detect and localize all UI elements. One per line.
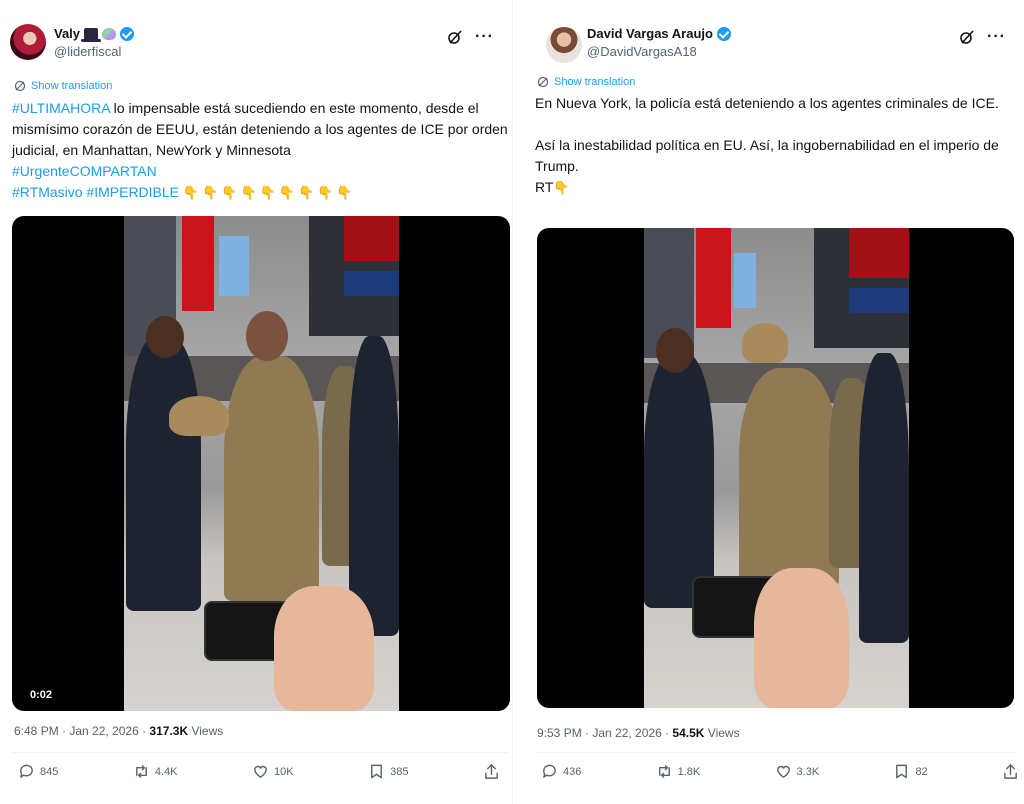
- top-actions: ···: [959, 28, 1006, 46]
- action-bar: 436 1.8K 3.3K 82: [541, 763, 1024, 780]
- bookmark-button[interactable]: 385: [368, 763, 408, 780]
- video-frame[interactable]: [644, 228, 909, 708]
- pointing-down-emoji: 👇: [278, 185, 296, 200]
- display-name[interactable]: David Vargas Araujo: [587, 26, 731, 41]
- timestamp[interactable]: 6:48 PM · Jan 22, 2026 ·: [14, 724, 149, 738]
- bookmark-button[interactable]: 82: [893, 763, 928, 780]
- translate-icon: [14, 80, 26, 92]
- tweet-text: #ULTIMAHORA lo impensable está sucediend…: [12, 98, 512, 203]
- like-button[interactable]: 10K: [252, 763, 294, 780]
- reply-icon: [543, 764, 556, 778]
- reply-count: 436: [563, 765, 582, 778]
- pointing-down-emoji: 👇: [240, 185, 257, 200]
- avatar[interactable]: [546, 27, 582, 63]
- divider: [535, 752, 1018, 753]
- hashtag-ultimahora[interactable]: #ULTIMAHORA: [12, 100, 110, 116]
- share-icon: [1004, 764, 1017, 779]
- views-count: 317.3K: [149, 724, 189, 738]
- handle[interactable]: @DavidVargasA18: [587, 44, 731, 59]
- repost-button[interactable]: 1.8K: [656, 763, 701, 780]
- pointing-down-emoji: 👇: [182, 185, 200, 200]
- like-count: 3.3K: [796, 765, 820, 778]
- tweet-meta: 6:48 PM · Jan 22, 2026 · 317.3K Views: [14, 724, 223, 738]
- masks-icon: [102, 27, 117, 40]
- tweet-card-left[interactable]: Valy @liderfiscal ··· Show translation #…: [0, 0, 512, 804]
- views-label: Views: [188, 724, 224, 738]
- views-label: Views: [704, 726, 740, 740]
- video-player[interactable]: 0:02: [12, 216, 510, 711]
- repost-count: 4.4K: [154, 765, 178, 778]
- bookmark-count: 82: [915, 765, 928, 778]
- author-names[interactable]: Valy @liderfiscal: [54, 26, 135, 59]
- tweet-card-right[interactable]: David Vargas Araujo @DavidVargasA18 ··· …: [512, 0, 1024, 804]
- pointing-down-emoji: 👇: [202, 185, 219, 200]
- pointing-down-emoji: 👇: [221, 185, 238, 200]
- like-count: 10K: [274, 765, 294, 778]
- tweet-paragraph-1: En Nueva York, la policía está deteniend…: [535, 95, 999, 111]
- display-name-text[interactable]: David Vargas Araujo: [587, 26, 713, 41]
- divider: [12, 752, 508, 753]
- share-button[interactable]: [1002, 763, 1019, 780]
- hashtag-urgentecompartan[interactable]: #UrgenteCOMPARTAN: [12, 163, 157, 179]
- translate-icon: [537, 76, 549, 88]
- top-hat-icon: [81, 27, 102, 42]
- tweet-header: David Vargas Araujo @DavidVargasA18 ···: [523, 24, 1014, 68]
- timestamp[interactable]: 9:53 PM · Jan 22, 2026 ·: [537, 726, 672, 740]
- hashtag-imperdible[interactable]: #IMPERDIBLE: [86, 184, 179, 200]
- tweet-meta: 9:53 PM · Jan 22, 2026 · 54.5K Views: [537, 726, 740, 740]
- reply-button[interactable]: 845: [18, 763, 58, 780]
- pointing-down-emoji: 👇: [317, 185, 334, 200]
- verified-badge-icon: [716, 26, 731, 41]
- reply-icon: [20, 764, 33, 778]
- share-button[interactable]: [483, 763, 500, 780]
- avatar[interactable]: [10, 24, 46, 60]
- reply-button[interactable]: 436: [541, 763, 581, 780]
- bookmark-icon: [896, 764, 908, 779]
- video-player[interactable]: [537, 228, 1014, 708]
- heart-icon: [254, 765, 267, 778]
- pointing-down-emoji: 👇: [298, 185, 315, 200]
- show-translation-link[interactable]: Show translation: [537, 76, 635, 88]
- more-icon[interactable]: ···: [475, 28, 494, 46]
- bookmark-count: 385: [390, 765, 409, 778]
- verified-badge-icon: [120, 26, 135, 41]
- show-translation-label[interactable]: Show translation: [31, 80, 112, 92]
- tweet-text: En Nueva York, la policía está deteniend…: [535, 93, 1015, 198]
- pointing-down-emojis: 👇 👇 👇 👇 👇 👇 👇 👇 👇: [183, 184, 356, 200]
- reply-count: 845: [40, 765, 59, 778]
- heart-icon: [776, 765, 790, 778]
- pointing-down-emoji: 👇: [336, 185, 353, 200]
- grok-icon[interactable]: [959, 29, 975, 45]
- tweet-header: Valy @liderfiscal ···: [10, 24, 502, 68]
- show-translation-link[interactable]: Show translation: [14, 80, 112, 92]
- more-icon[interactable]: ···: [987, 28, 1006, 46]
- repost-count: 1.8K: [677, 765, 701, 778]
- handle[interactable]: @liderfiscal: [54, 44, 134, 59]
- grok-icon[interactable]: [447, 29, 463, 45]
- like-button[interactable]: 3.3K: [775, 763, 820, 780]
- top-actions: ···: [447, 28, 494, 46]
- hashtag-rtmasivo[interactable]: #RTMasivo: [12, 184, 83, 200]
- pointing-down-emoji: 👇: [259, 185, 276, 200]
- bookmark-icon: [371, 764, 383, 779]
- repost-button[interactable]: 4.4K: [133, 763, 178, 780]
- tweet-paragraph-2: Así la inestabilidad política en EU. Así…: [535, 137, 999, 174]
- display-name[interactable]: Valy: [54, 26, 135, 42]
- video-timecode: 0:02: [30, 689, 53, 701]
- video-frame[interactable]: [124, 216, 399, 711]
- repost-icon: [135, 765, 147, 778]
- tweet-paragraph-3: RT: [535, 179, 554, 195]
- repost-icon: [658, 765, 670, 778]
- display-name-text[interactable]: Valy: [54, 26, 80, 41]
- author-names[interactable]: David Vargas Araujo @DavidVargasA18: [587, 26, 731, 59]
- pointing-down-emoji: 👇: [553, 180, 570, 195]
- action-bar: 845 4.4K 10K 385: [18, 763, 500, 780]
- views-count: 54.5K: [672, 726, 705, 740]
- share-icon: [485, 764, 498, 779]
- show-translation-label[interactable]: Show translation: [554, 76, 635, 88]
